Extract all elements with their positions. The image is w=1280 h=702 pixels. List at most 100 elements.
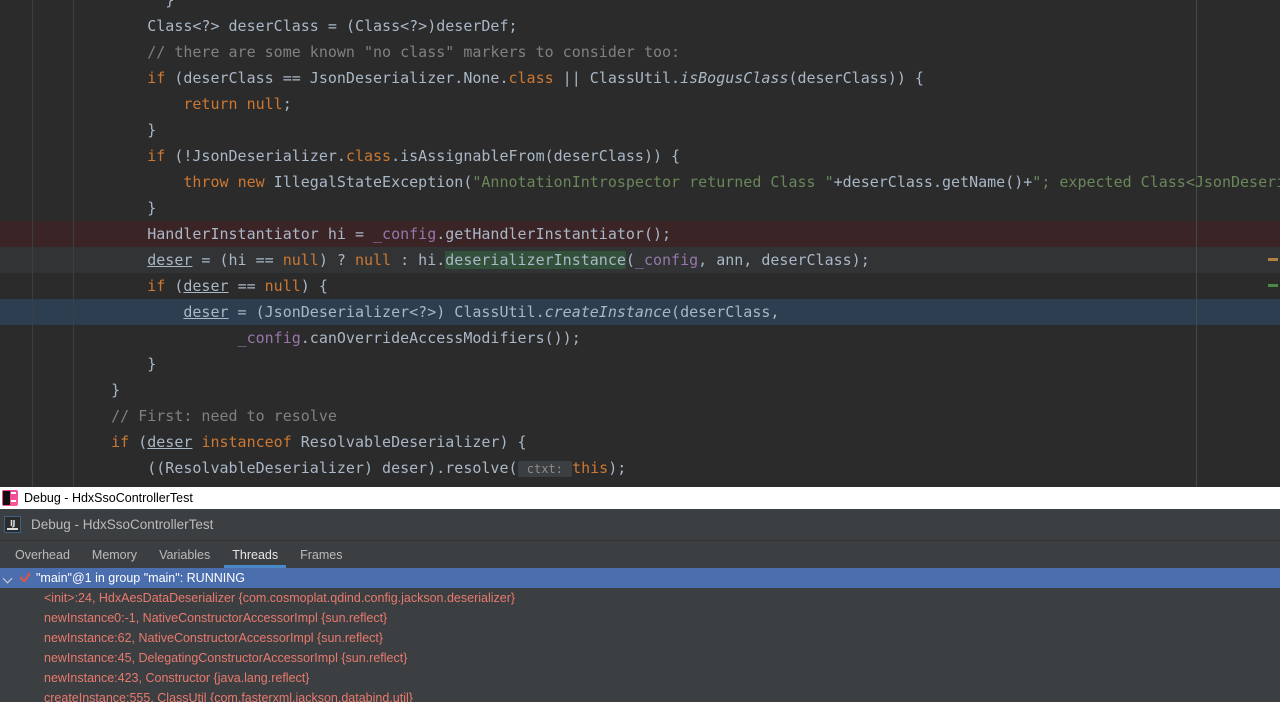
- token-var-und: deser: [183, 277, 229, 295]
- code-line[interactable]: }: [0, 195, 156, 221]
- token-kw: null: [354, 251, 392, 269]
- code-line[interactable]: if (deserClass == JsonDeserializer.None.…: [0, 65, 924, 91]
- token-kw: if: [147, 69, 166, 87]
- token-cls: Class<?>: [147, 17, 229, 35]
- token-plain: .isAssignableFrom(deserClass)) {: [391, 147, 681, 165]
- token-plain: (: [625, 251, 635, 269]
- frames-list[interactable]: <init>:24, HdxAesDataDeserializer {com.c…: [0, 588, 1280, 702]
- debug-tool-window-header[interactable]: IJ Debug - HdxSsoControllerTest: [0, 509, 1280, 541]
- threads-panel[interactable]: "main"@1 in group "main": RUNNING <init>…: [0, 568, 1280, 702]
- code-line[interactable]: _config.canOverrideAccessModifiers());: [0, 325, 581, 351]
- tab-frames[interactable]: Frames: [289, 541, 353, 568]
- frame-row[interactable]: newInstance:62, NativeConstructorAccesso…: [0, 628, 1280, 648]
- frame-row[interactable]: createInstance:555, ClassUtil {com.faste…: [0, 688, 1280, 702]
- token-plain: =: [327, 17, 346, 35]
- chevron-down-icon[interactable]: [2, 572, 14, 584]
- token-kw: if: [147, 277, 166, 295]
- code-line[interactable]: }: [0, 0, 174, 13]
- code-editor[interactable]: } Class<?> deserClass = (Class<?>)deserD…: [0, 0, 1280, 487]
- code-line[interactable]: if (deser instanceof ResolvableDeseriali…: [0, 429, 527, 455]
- code-line[interactable]: }: [0, 117, 156, 143]
- token-plain: (deserClass: [165, 69, 283, 87]
- code-line[interactable]: if (deser == null) {: [0, 273, 328, 299]
- token-var-und: deser: [183, 303, 229, 321]
- token-plain: ResolvableDeserializer) {: [291, 433, 527, 451]
- token-str: "; expected Class<JsonDeserializer>": [1032, 173, 1280, 191]
- stripe-marker[interactable]: [1268, 284, 1278, 287]
- code-line[interactable]: throw new IllegalStateException("Annotat…: [0, 169, 1280, 195]
- code-line[interactable]: }: [0, 377, 120, 403]
- token-kw: this: [572, 459, 609, 477]
- tab-memory[interactable]: Memory: [81, 541, 148, 568]
- token-hl-green: deserializerInstance: [445, 251, 626, 269]
- token-kw: class: [345, 147, 392, 165]
- code-line[interactable]: Class<?> deserClass = (Class<?>)deserDef…: [0, 13, 517, 39]
- code-line[interactable]: return null;: [0, 91, 292, 117]
- token-kw: if: [147, 147, 166, 165]
- code-line[interactable]: deser = (JsonDeserializer<?>) ClassUtil.…: [0, 299, 779, 325]
- token-plain: );: [608, 459, 627, 477]
- token-plain: (!JsonDeserializer.: [165, 147, 346, 165]
- intellij-debug-icon: IJ: [4, 516, 21, 533]
- token-str: "AnnotationIntrospector returned Class ": [472, 173, 834, 191]
- token-plain: ==: [237, 277, 256, 295]
- debug-tab-bar[interactable]: Overhead Memory Variables Threads Frames: [0, 541, 1280, 568]
- code-line[interactable]: ((ResolvableDeserializer) deser).resolve…: [0, 455, 626, 481]
- token-plain: : hi.: [391, 251, 446, 269]
- token-kw: null: [246, 95, 283, 113]
- token-plain: IllegalStateException(: [264, 173, 473, 191]
- debug-window-title: Debug - HdxSsoControllerTest: [24, 491, 193, 505]
- token-plain: .canOverrideAccessModifiers());: [300, 329, 581, 347]
- token-kw: throw: [183, 173, 229, 191]
- token-plain: }: [147, 121, 157, 139]
- token-kw: null: [282, 251, 319, 269]
- token-plain: ==: [255, 251, 274, 269]
- code-line[interactable]: // First: need to resolve: [0, 403, 337, 429]
- token-kw: instanceof: [201, 433, 292, 451]
- token-plain: (deserClass,: [671, 303, 780, 321]
- thread-row-main[interactable]: "main"@1 in group "main": RUNNING: [0, 568, 1280, 588]
- token-plain: , ann, deserClass);: [698, 251, 870, 269]
- running-check-icon: [18, 571, 32, 585]
- code-line[interactable]: }: [0, 351, 156, 377]
- code-line[interactable]: HandlerInstantiator hi = _config.getHand…: [0, 221, 671, 247]
- token-plain: ) ?: [318, 251, 355, 269]
- code-line[interactable]: deser = (hi == null) ? null : hi.deseria…: [0, 247, 870, 273]
- frame-row[interactable]: newInstance:45, DelegatingConstructorAcc…: [0, 648, 1280, 668]
- token-plain: .getHandlerInstantiator(): [436, 225, 663, 243]
- token-fld: _config: [373, 225, 437, 243]
- tab-overhead[interactable]: Overhead: [4, 541, 81, 568]
- debug-tool-window-title: Debug - HdxSsoControllerTest: [31, 517, 214, 532]
- frame-row[interactable]: <init>:24, HdxAesDataDeserializer {com.c…: [0, 588, 1280, 608]
- tab-threads[interactable]: Threads: [221, 541, 289, 568]
- token-plain: HandlerInstantiator hi: [147, 225, 355, 243]
- tab-variables[interactable]: Variables: [148, 541, 221, 568]
- token-plain: = (JsonDeserializer<?>) ClassUtil.: [228, 303, 545, 321]
- token-plain: (: [165, 277, 184, 295]
- frame-row[interactable]: newInstance:423, Constructor {java.lang.…: [0, 668, 1280, 688]
- code-line[interactable]: if (!JsonDeserializer.class.isAssignable…: [0, 143, 680, 169]
- stripe-marker[interactable]: [1268, 258, 1278, 261]
- frame-row[interactable]: newInstance0:-1, NativeConstructorAccess…: [0, 608, 1280, 628]
- token-plain: (: [129, 433, 148, 451]
- token-kw: new: [237, 173, 265, 191]
- debug-window-titlebar[interactable]: Debug - HdxSsoControllerTest: [0, 487, 1280, 509]
- code-line[interactable]: // there are some known "no class" marke…: [0, 39, 680, 65]
- token-plain: ;: [282, 95, 292, 113]
- token-cmt: // First: need to resolve: [111, 407, 337, 425]
- token-plain: ==: [282, 69, 301, 87]
- token-plain: = (hi: [192, 251, 256, 269]
